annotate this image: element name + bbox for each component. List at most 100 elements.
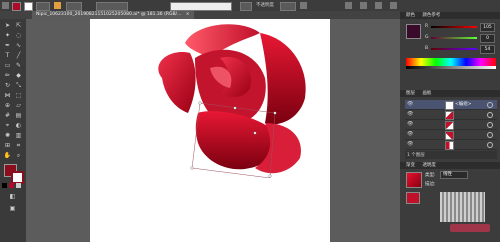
layer-row[interactable]: 👁: [405, 140, 497, 150]
artboard-tool-icon[interactable]: ⊞: [3, 142, 12, 150]
gradient-stroke-label: 描边:: [425, 182, 436, 187]
layer-thumbnail: [445, 121, 454, 130]
anchor-point: [198, 101, 202, 105]
gradient-type-label: 类型:: [425, 173, 436, 178]
color-mode-icon[interactable]: [9, 183, 14, 188]
scale-tool-icon[interactable]: ⤡: [14, 82, 23, 90]
recolor-icon[interactable]: [54, 2, 61, 9]
eye-icon[interactable]: 👁: [407, 111, 413, 117]
rotate-tool-icon[interactable]: ↻: [3, 82, 12, 90]
blue-slider[interactable]: [431, 48, 477, 50]
outer-petal-left: [158, 52, 196, 113]
anchor-point: [253, 131, 257, 135]
close-icon[interactable]: ×: [186, 12, 190, 17]
gradient-panel-header: 渐变 透明度: [400, 162, 500, 169]
opacity-label: 不透明度: [256, 3, 274, 8]
eyedropper-tool-icon[interactable]: ⌖: [3, 122, 12, 130]
type-tool-icon[interactable]: T: [3, 52, 12, 60]
stroke-weight-field[interactable]: [66, 2, 82, 11]
tab-artboards[interactable]: 画板: [422, 91, 431, 96]
red-slider[interactable]: [431, 26, 477, 28]
transform-icon[interactable]: [360, 2, 367, 9]
zoom-tool-icon[interactable]: ⌕: [14, 152, 23, 160]
default-colors-icon[interactable]: [2, 183, 7, 188]
lasso-tool-icon[interactable]: ◌: [14, 32, 23, 40]
red-slider-row: R 105: [425, 23, 495, 32]
layer-row[interactable]: 👁: [405, 120, 497, 130]
target-icon[interactable]: [487, 122, 493, 128]
tab-gradient[interactable]: 渐变: [406, 163, 415, 168]
blend-tool-icon[interactable]: ◐: [14, 122, 23, 130]
draw-mode-icon[interactable]: ◧: [8, 193, 17, 201]
blue-label: B: [425, 46, 429, 51]
eraser-tool-icon[interactable]: ◆: [14, 72, 23, 80]
eye-icon[interactable]: 👁: [407, 101, 413, 107]
curvature-tool-icon[interactable]: ∿: [14, 42, 23, 50]
tab-color[interactable]: 颜色: [406, 13, 415, 18]
layer-row-group[interactable]: 👁 <编组>: [405, 100, 497, 110]
green-slider[interactable]: [431, 37, 477, 39]
layer-row[interactable]: 👁: [405, 130, 497, 140]
stroke-dropdown[interactable]: [36, 2, 50, 11]
red-label: R: [425, 24, 429, 29]
target-icon[interactable]: [487, 112, 493, 118]
mesh-tool-icon[interactable]: #: [3, 112, 12, 120]
rectangle-tool-icon[interactable]: ▭: [3, 62, 12, 70]
layers-footer: 1 个图层: [405, 151, 497, 159]
pen-tool-icon[interactable]: ✒: [3, 42, 12, 50]
gradient-fill-box[interactable]: [406, 192, 420, 204]
selection-mode-icon[interactable]: [2, 2, 9, 9]
tab-transparency[interactable]: 透明度: [422, 163, 436, 168]
layer-thumbnail: [445, 101, 454, 110]
arrange-icon[interactable]: [375, 2, 382, 9]
symbol-sprayer-tool-icon[interactable]: ✺: [3, 132, 12, 140]
opacity-field[interactable]: [280, 2, 296, 11]
pencil-tool-icon[interactable]: ✏: [3, 72, 12, 80]
screen-mode-icon[interactable]: ▣: [8, 205, 17, 213]
gradient-slider-preview[interactable]: [440, 192, 485, 222]
fill-swatch[interactable]: [12, 2, 21, 11]
shape-builder-tool-icon[interactable]: ⊕: [3, 102, 12, 110]
hand-tool-icon[interactable]: ✋: [3, 152, 12, 160]
align-icon[interactable]: [345, 2, 352, 9]
style-dropdown[interactable]: [240, 2, 252, 11]
menu-icon[interactable]: [390, 2, 397, 9]
slice-tool-icon[interactable]: ⌗: [14, 142, 23, 150]
free-transform-tool-icon[interactable]: ⬚: [14, 92, 23, 100]
style-swatch-icon[interactable]: [300, 2, 307, 9]
column-graph-tool-icon[interactable]: ▥: [14, 132, 23, 140]
blue-value-input[interactable]: 54: [480, 45, 495, 54]
line-tool-icon[interactable]: ╱: [14, 52, 23, 60]
selection-tool-icon[interactable]: ➤: [3, 22, 12, 30]
width-tool-icon[interactable]: ⋈: [3, 92, 12, 100]
stroke-swatch[interactable]: [24, 2, 33, 11]
tab-color-guide[interactable]: 颜色参考: [422, 13, 440, 18]
direct-selection-tool-icon[interactable]: ⇱: [14, 22, 23, 30]
magic-wand-tool-icon[interactable]: ✦: [3, 32, 12, 40]
document-tab-label: Nipic_10623100_20190821151025205080.ai* …: [36, 12, 182, 17]
none-icon[interactable]: [16, 183, 21, 188]
gradient-preview-swatch[interactable]: [406, 172, 422, 188]
rose-artwork[interactable]: [150, 18, 325, 178]
perspective-grid-tool-icon[interactable]: ▱: [14, 102, 23, 110]
eye-icon[interactable]: 👁: [407, 141, 413, 147]
paintbrush-tool-icon[interactable]: ✎: [14, 62, 23, 70]
red-value-input[interactable]: 105: [480, 23, 495, 32]
eye-icon[interactable]: 👁: [407, 131, 413, 137]
tab-layers[interactable]: 图层: [406, 91, 415, 96]
outer-petal-right: [260, 33, 306, 125]
eye-icon[interactable]: 👁: [407, 121, 413, 127]
brush-dropdown[interactable]: [170, 2, 232, 11]
grayscale-spectrum[interactable]: [406, 66, 496, 69]
target-icon[interactable]: [487, 132, 493, 138]
variable-width-dropdown[interactable]: [96, 2, 128, 11]
anchor-point: [273, 111, 277, 115]
color-panel-swatch[interactable]: [406, 24, 421, 39]
gradient-type-dropdown[interactable]: 线性: [440, 171, 468, 179]
target-icon[interactable]: [487, 142, 493, 148]
layer-row[interactable]: 👁: [405, 110, 497, 120]
gradient-tool-icon[interactable]: ▤: [14, 112, 23, 120]
target-icon[interactable]: [487, 102, 493, 108]
lower-petal: [195, 111, 275, 170]
green-value-input[interactable]: 0: [480, 34, 495, 43]
